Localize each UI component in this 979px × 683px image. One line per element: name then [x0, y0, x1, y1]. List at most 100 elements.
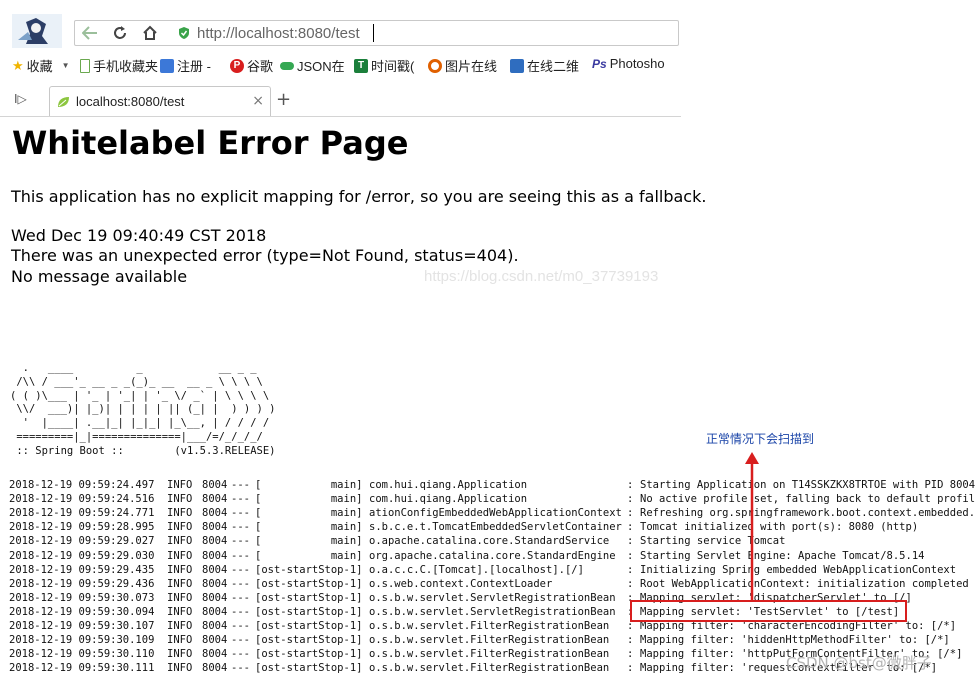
- spring-leaf-icon: [58, 97, 69, 107]
- dropdown-arrow-icon[interactable]: ▼: [62, 61, 70, 70]
- phone-icon: [80, 58, 90, 73]
- log-row: 2018-12-19 09:59:28.995 INFO 8004 --- [ main…: [0, 520, 979, 534]
- bookmark-json[interactable]: JSON在: [280, 56, 345, 75]
- log-thread: [ost-startStop-1]: [255, 591, 363, 604]
- user-avatar[interactable]: [12, 14, 62, 48]
- image-icon: [428, 58, 442, 73]
- log-thread: [ost-startStop-1]: [255, 620, 363, 632]
- bookmark-timestamp[interactable]: T 时间戳(: [354, 56, 414, 75]
- log-level: INFO: [167, 563, 193, 576]
- log-ts: 2018-12-19 09:59:24.771: [9, 507, 155, 520]
- bookmark-qrcode[interactable]: 在线二维: [510, 56, 579, 75]
- log-ts: 2018-12-19 09:59:30.110: [9, 648, 155, 661]
- url-text[interactable]: http://localhost:8080/test: [197, 25, 360, 42]
- log-dash: ---: [231, 648, 250, 661]
- log-pid: 8004: [202, 605, 228, 618]
- log-level: INFO: [167, 634, 193, 647]
- page-title: Whitelabel Error Page: [12, 124, 409, 162]
- log-level: INFO: [167, 662, 193, 675]
- json-icon: [280, 61, 294, 70]
- bookmark-photoshop[interactable]: Ps Photosho: [592, 56, 665, 71]
- highlight-box: [630, 600, 907, 622]
- reload-icon: [114, 26, 126, 39]
- address-bar[interactable]: http://localhost:8080/test: [74, 20, 679, 46]
- log-row: 2018-12-19 09:59:29.435 INFO 8004 --- [ost-s…: [0, 563, 979, 577]
- log-dash: ---: [231, 605, 250, 618]
- log-ts: 2018-12-19 09:59:30.109: [9, 634, 155, 647]
- log-separator: :: [627, 648, 634, 661]
- annotation-label: 正常情况下会扫描到: [706, 432, 815, 446]
- tab-localhost-test[interactable]: localhost:8080/test ×: [49, 86, 271, 116]
- log-logger: o.s.b.w.servlet.ServletRegistrationBean: [369, 605, 616, 618]
- log-logger: o.s.b.w.servlet.FilterRegistrationBean: [369, 620, 610, 632]
- log-dash: ---: [231, 577, 250, 590]
- log-pid: 8004: [202, 591, 228, 604]
- log-logger: o.s.web.context.ContextLoader: [369, 577, 553, 590]
- log-pid: 8004: [202, 634, 228, 647]
- log-pid: 8004: [202, 620, 228, 632]
- back-button[interactable]: [77, 23, 103, 43]
- home-button[interactable]: [137, 23, 163, 43]
- bookmark-favorites[interactable]: ★ 收藏 ▼: [12, 56, 70, 75]
- log-dash: ---: [231, 620, 250, 632]
- bookmark-label: JSON在: [297, 59, 345, 74]
- sidebar-toggle-icon[interactable]: I▷: [14, 92, 27, 106]
- log-msg: Mapping filter: 'hiddenHttpMethodFilter'…: [640, 634, 950, 647]
- log-ts: 2018-12-19 09:59:28.995: [9, 521, 155, 534]
- log-pid: 8004: [202, 563, 228, 576]
- log-level: INFO: [167, 620, 193, 632]
- log-thread: [ost-startStop-1]: [255, 605, 363, 618]
- log-msg: No active profile set, falling back to d…: [640, 493, 976, 506]
- bookmark-mobile-favorites[interactable]: 手机收藏夹: [80, 56, 158, 75]
- log-msg: Refreshing org.springframework.boot.cont…: [640, 507, 976, 520]
- bookmark-label: 时间戳(: [371, 59, 415, 74]
- log-logger: o.s.b.w.servlet.FilterRegistrationBean: [369, 648, 610, 661]
- log-dash: ---: [231, 493, 250, 506]
- log-thread: [ost-startStop-1]: [255, 577, 363, 590]
- log-ts: 2018-12-19 09:59:30.073: [9, 591, 155, 604]
- new-tab-plus-icon[interactable]: +: [276, 89, 291, 110]
- log-pid: 8004: [202, 549, 228, 562]
- log-msg: Starting Servlet Engine: Apache Tomcat/8…: [640, 549, 925, 562]
- bookmark-label: 手机收藏夹: [93, 59, 159, 74]
- bookmark-image-online[interactable]: 图片在线: [428, 56, 497, 75]
- log-thread: [ main]: [255, 479, 363, 491]
- log-thread: [ main]: [255, 549, 363, 562]
- log-level: INFO: [167, 535, 193, 548]
- log-row: 2018-12-19 09:59:29.436 INFO 8004 --- [ost-s…: [0, 577, 979, 591]
- log-ts: 2018-12-19 09:59:24.497: [9, 479, 155, 491]
- blog-watermark: https://blog.csdn.net/m0_37739193: [424, 268, 659, 285]
- log-row: 2018-12-19 09:59:29.030 INFO 8004 --- [ main…: [0, 549, 979, 563]
- log-level: INFO: [167, 591, 193, 604]
- bookmarks-bar: ★ 收藏 ▼ 手机收藏夹 注册 - P 谷歌 JSON在 T 时间戳( 图片在线: [0, 54, 681, 78]
- bookmark-label: 谷歌: [247, 59, 274, 74]
- log-logger: s.b.c.e.t.TomcatEmbeddedServletContainer: [369, 521, 622, 534]
- reload-button[interactable]: [107, 23, 133, 43]
- log-dash: ---: [231, 563, 250, 576]
- log-ts: 2018-12-19 09:59:24.516: [9, 493, 155, 506]
- log-row: 2018-12-19 09:59:24.497 INFO 8004 --- [ main…: [0, 478, 979, 492]
- log-level: INFO: [167, 507, 193, 520]
- log-dash: ---: [231, 521, 250, 534]
- log-dash: ---: [231, 591, 250, 604]
- bookmark-register[interactable]: 注册 -: [160, 56, 211, 75]
- log-logger: org.apache.catalina.core.StandardEngine: [369, 549, 616, 562]
- browser-window: http://localhost:8080/test ★ 收藏 ▼ 手机收藏夹 …: [0, 0, 681, 118]
- log-dash: ---: [231, 479, 250, 491]
- log-pid: 8004: [202, 507, 228, 520]
- qrcode-icon: [510, 58, 524, 73]
- log-logger: ationConfigEmbeddedWebApplicationContext: [369, 507, 622, 520]
- log-ts: 2018-12-19 09:59:29.435: [9, 563, 155, 576]
- log-logger: o.s.b.w.servlet.FilterRegistrationBean: [369, 662, 610, 675]
- arrow-left-icon: [82, 26, 97, 40]
- log-pid: 8004: [202, 479, 228, 491]
- close-icon[interactable]: ×: [252, 93, 264, 109]
- log-separator: :: [627, 507, 634, 520]
- log-separator: :: [627, 521, 634, 534]
- log-dash: ---: [231, 535, 250, 548]
- url-path: :8080/test: [293, 25, 360, 42]
- log-separator: :: [627, 549, 634, 562]
- error-explanation: This application has no explicit mapping…: [11, 187, 707, 206]
- log-logger: com.hui.qiang.Application: [369, 479, 528, 491]
- bookmark-google[interactable]: P 谷歌: [230, 56, 273, 75]
